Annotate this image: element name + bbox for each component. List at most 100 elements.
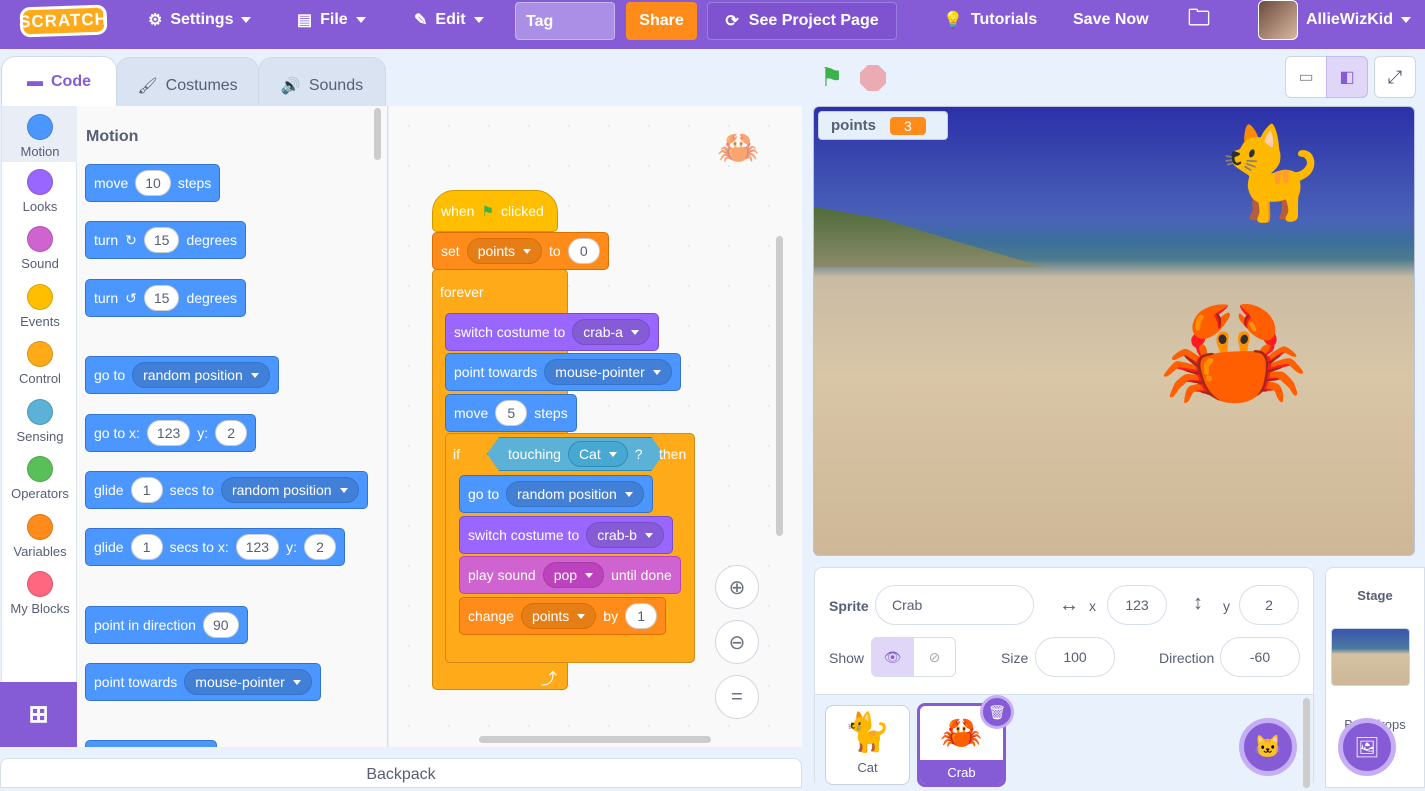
category-looks[interactable]: Looks (2, 169, 78, 214)
category-operators[interactable]: Operators (2, 456, 78, 501)
stop-button[interactable] (860, 65, 886, 91)
settings-menu[interactable]: ⚙ Settings (148, 0, 252, 40)
show-visible-button[interactable]: 👁 (871, 637, 914, 677)
stage-selector[interactable]: Stage Backdrops 🖼 (1325, 567, 1425, 788)
steps-input[interactable]: 10 (135, 170, 171, 196)
x-input[interactable]: 123 (235, 534, 280, 560)
go-to-block[interactable]: go to random position (459, 475, 653, 513)
scratch-logo[interactable]: SCRATCH (19, 4, 108, 38)
project-title-input[interactable]: Tag (515, 2, 615, 40)
see-project-page-button[interactable]: ⟳ See Project Page (707, 2, 897, 40)
y-input[interactable]: 2 (1239, 585, 1299, 625)
delete-sprite-button[interactable]: 🗑 (980, 695, 1014, 729)
variable-dropdown[interactable]: points (466, 238, 543, 264)
variable-dropdown[interactable]: points (520, 603, 597, 629)
fullscreen-button[interactable]: ⤢ (1374, 56, 1416, 98)
account-menu[interactable]: AllieWizKid (1258, 0, 1411, 40)
target-dropdown[interactable]: random position (132, 362, 270, 388)
choose-sprite-button[interactable]: 🐱 (1239, 718, 1297, 776)
add-extension-button[interactable]: ⊞ (0, 682, 77, 747)
size-input[interactable]: 100 (1035, 637, 1115, 677)
category-events[interactable]: Events (2, 284, 78, 329)
target-dropdown[interactable]: random position (506, 481, 644, 507)
point-towards-block[interactable]: point towards mouse-pointer (445, 353, 681, 391)
value-input[interactable]: 0 (567, 238, 600, 264)
target-dropdown[interactable]: mouse-pointer (184, 669, 312, 695)
edit-menu[interactable]: ✎ Edit (414, 0, 484, 40)
block-turn-right[interactable]: turn ↻ 15 degrees (85, 221, 247, 259)
save-now-button[interactable]: Save Now (1073, 0, 1149, 40)
direction-input[interactable]: 90 (202, 612, 239, 638)
category-sensing[interactable]: Sensing (2, 399, 78, 444)
zoom-out-icon: ⊖ (728, 631, 746, 654)
block-glide[interactable]: glide 1 secs to random position (85, 471, 368, 509)
sprite-tile-label: Crab (920, 760, 1003, 784)
when-flag-clicked-hat[interactable]: when ⚑ clicked (432, 190, 558, 232)
sound-dropdown[interactable]: pop (542, 562, 605, 588)
block-glide-xy[interactable]: glide 1 secs to x: 123 y: 2 (85, 528, 345, 566)
value-input[interactable]: 1 (625, 603, 658, 629)
workspace-vertical-scrollbar[interactable] (776, 236, 783, 536)
green-flag-button[interactable]: ⚑ (820, 62, 843, 93)
backpack[interactable]: Backpack (0, 758, 802, 788)
block-partial[interactable] (85, 740, 217, 747)
small-stage-button[interactable]: ▭ (1285, 56, 1327, 98)
x-input[interactable]: 123 (146, 420, 191, 446)
stage-canvas[interactable]: 🐈 🦀 (813, 106, 1415, 556)
category-sound[interactable]: Sound (2, 226, 78, 271)
script-workspace[interactable]: 🦀 ⤴ when ⚑ clicked set points to 0 forever sw… (389, 106, 802, 747)
crab-sprite[interactable]: 🦀 (1159, 292, 1308, 412)
cat-sprite[interactable]: 🐈 (1214, 129, 1326, 249)
target-dropdown[interactable]: mouse-pointer (544, 359, 672, 385)
direction-input[interactable]: -60 (1220, 637, 1300, 677)
costume-dropdown[interactable]: crab-a (572, 319, 650, 345)
show-hidden-button[interactable]: ⊘ (913, 637, 956, 677)
category-my-blocks[interactable]: My Blocks (2, 571, 78, 616)
block-point-in-direction[interactable]: point in direction 90 (85, 606, 248, 644)
y-input[interactable]: 2 (215, 420, 248, 446)
zoom-reset-button[interactable]: = (715, 675, 759, 719)
backdrop-thumbnail[interactable] (1331, 628, 1410, 686)
play-sound-block[interactable]: play sound pop until done (459, 556, 681, 594)
block-go-to[interactable]: go to random position (85, 356, 279, 394)
share-button[interactable]: Share (626, 2, 697, 40)
costume-dropdown[interactable]: crab-b (586, 522, 664, 548)
tutorials-menu[interactable]: 💡 Tutorials (943, 0, 1037, 40)
normal-stage-button[interactable]: ◧ (1326, 56, 1368, 98)
category-variables[interactable]: Variables (2, 514, 78, 559)
object-dropdown[interactable]: Cat (568, 441, 628, 467)
variable-monitor-points[interactable]: points 3 (818, 111, 948, 140)
sprite-tile-cat[interactable]: 🐈 Cat (825, 705, 910, 785)
zoom-in-button[interactable]: ⊕ (715, 565, 759, 609)
change-variable-block[interactable]: change points by 1 (459, 597, 667, 635)
touching-block[interactable]: touching Cat? (487, 437, 664, 471)
x-input[interactable]: 123 (1107, 585, 1167, 625)
file-menu[interactable]: ▤ File (297, 0, 366, 40)
sprite-name-input[interactable]: Crab (875, 585, 1034, 625)
target-dropdown[interactable]: random position (220, 477, 359, 503)
workspace-horizontal-scrollbar[interactable] (479, 736, 711, 743)
move-steps-block[interactable]: move 5 steps (445, 394, 577, 432)
block-move-steps[interactable]: move 10 steps (85, 164, 221, 202)
block-go-to-xy[interactable]: go to x: 123 y: 2 (85, 414, 257, 452)
zoom-out-button[interactable]: ⊖ (715, 620, 759, 664)
dropdown-value: random position (517, 486, 617, 502)
palette-scrollbar[interactable] (374, 108, 381, 160)
block-turn-left[interactable]: turn ↺ 15 degrees (85, 279, 247, 317)
switch-costume-block-2[interactable]: switch costume to crab-b (459, 516, 673, 554)
choose-backdrop-button[interactable]: 🖼 (1338, 718, 1396, 776)
folder-icon[interactable]: 🗀 (1188, 0, 1210, 40)
set-variable-block[interactable]: set points to 0 (432, 232, 609, 270)
steps-input[interactable]: 5 (495, 400, 528, 426)
secs-input[interactable]: 1 (130, 477, 163, 503)
tab-code[interactable]: ▬ Code (1, 56, 117, 106)
degrees-input[interactable]: 15 (143, 227, 180, 253)
category-control[interactable]: Control (2, 341, 78, 386)
sprite-list-scrollbar[interactable] (1303, 698, 1310, 788)
category-motion[interactable]: Motion (2, 106, 78, 162)
switch-costume-block[interactable]: switch costume to crab-a (445, 313, 659, 351)
secs-input[interactable]: 1 (130, 534, 163, 560)
block-point-towards[interactable]: point towards mouse-pointer (85, 663, 321, 701)
y-input[interactable]: 2 (303, 534, 336, 560)
degrees-input[interactable]: 15 (143, 285, 180, 311)
